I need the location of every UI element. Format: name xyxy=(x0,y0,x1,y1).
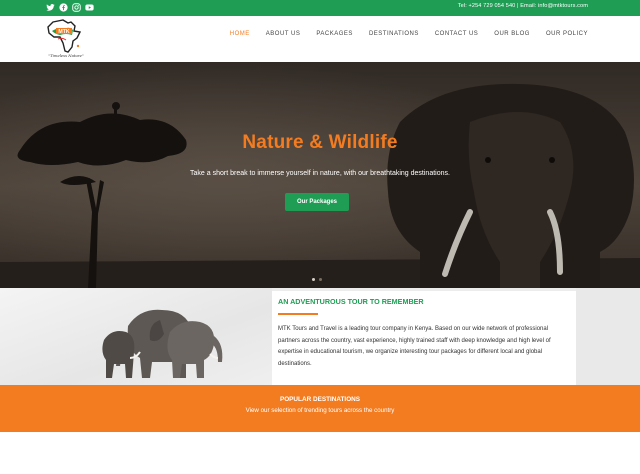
main-nav: HOME ABOUT US PACKAGES DESTINATIONS CONT… xyxy=(230,31,588,37)
nav-destinations[interactable]: DESTINATIONS xyxy=(369,31,419,37)
nav-our-blog[interactable]: OUR BLOG xyxy=(494,31,530,37)
africa-map-logo: MTK xyxy=(47,19,82,53)
logo-text: MTK xyxy=(58,29,69,35)
logo-tagline: "Timeless Nature" xyxy=(48,53,84,58)
our-packages-button[interactable]: Our Packages xyxy=(285,193,349,211)
contact-info: Tel: +254 729 054 540 | Email: info@mtkt… xyxy=(457,3,588,9)
twitter-icon[interactable] xyxy=(46,3,55,12)
about-text: MTK Tours and Travel is a leading tour c… xyxy=(278,326,551,367)
site-header: MTK "Timeless Nature" HOME ABOUT US PACK… xyxy=(0,16,640,62)
nav-home[interactable]: HOME xyxy=(230,31,250,37)
hero-subtitle: Take a short break to immerse yourself i… xyxy=(190,170,450,177)
hero-title: Nature & Wildlife xyxy=(242,132,398,153)
site-logo[interactable]: MTK "Timeless Nature" xyxy=(44,19,84,61)
hero-slider: Nature & Wildlife Take a short break to … xyxy=(0,62,640,288)
slider-dots xyxy=(312,278,322,281)
about-side-panel xyxy=(576,288,640,385)
nav-about-us[interactable]: ABOUT US xyxy=(266,31,301,37)
elephant-herd-illustration xyxy=(102,309,223,378)
social-links xyxy=(46,3,94,12)
slider-dot[interactable] xyxy=(312,278,315,281)
elephants-image xyxy=(0,288,272,385)
popular-destinations-banner: POPULAR DESTINATIONS View our selection … xyxy=(0,385,640,432)
nav-packages[interactable]: PACKAGES xyxy=(316,31,353,37)
instagram-icon[interactable] xyxy=(72,3,81,12)
top-bar: Tel: +254 729 054 540 | Email: info@mtkt… xyxy=(0,0,640,16)
title-underline xyxy=(278,313,318,315)
nav-contact-us[interactable]: CONTACT US xyxy=(435,31,478,37)
about-card: AN ADVENTUROUS TOUR TO REMEMBER MTK Tour… xyxy=(272,291,576,385)
about-section: AN ADVENTUROUS TOUR TO REMEMBER MTK Tour… xyxy=(0,288,640,385)
facebook-icon[interactable] xyxy=(59,3,68,12)
slider-dot[interactable] xyxy=(319,278,322,281)
youtube-icon[interactable] xyxy=(85,3,94,12)
nav-our-policy[interactable]: OUR POLICY xyxy=(546,31,588,37)
page-bottom xyxy=(0,432,640,474)
popular-subtitle: View our selection of trending tours acr… xyxy=(245,407,395,414)
popular-title: POPULAR DESTINATIONS xyxy=(279,396,361,403)
about-title: AN ADVENTUROUS TOUR TO REMEMBER xyxy=(278,297,424,306)
